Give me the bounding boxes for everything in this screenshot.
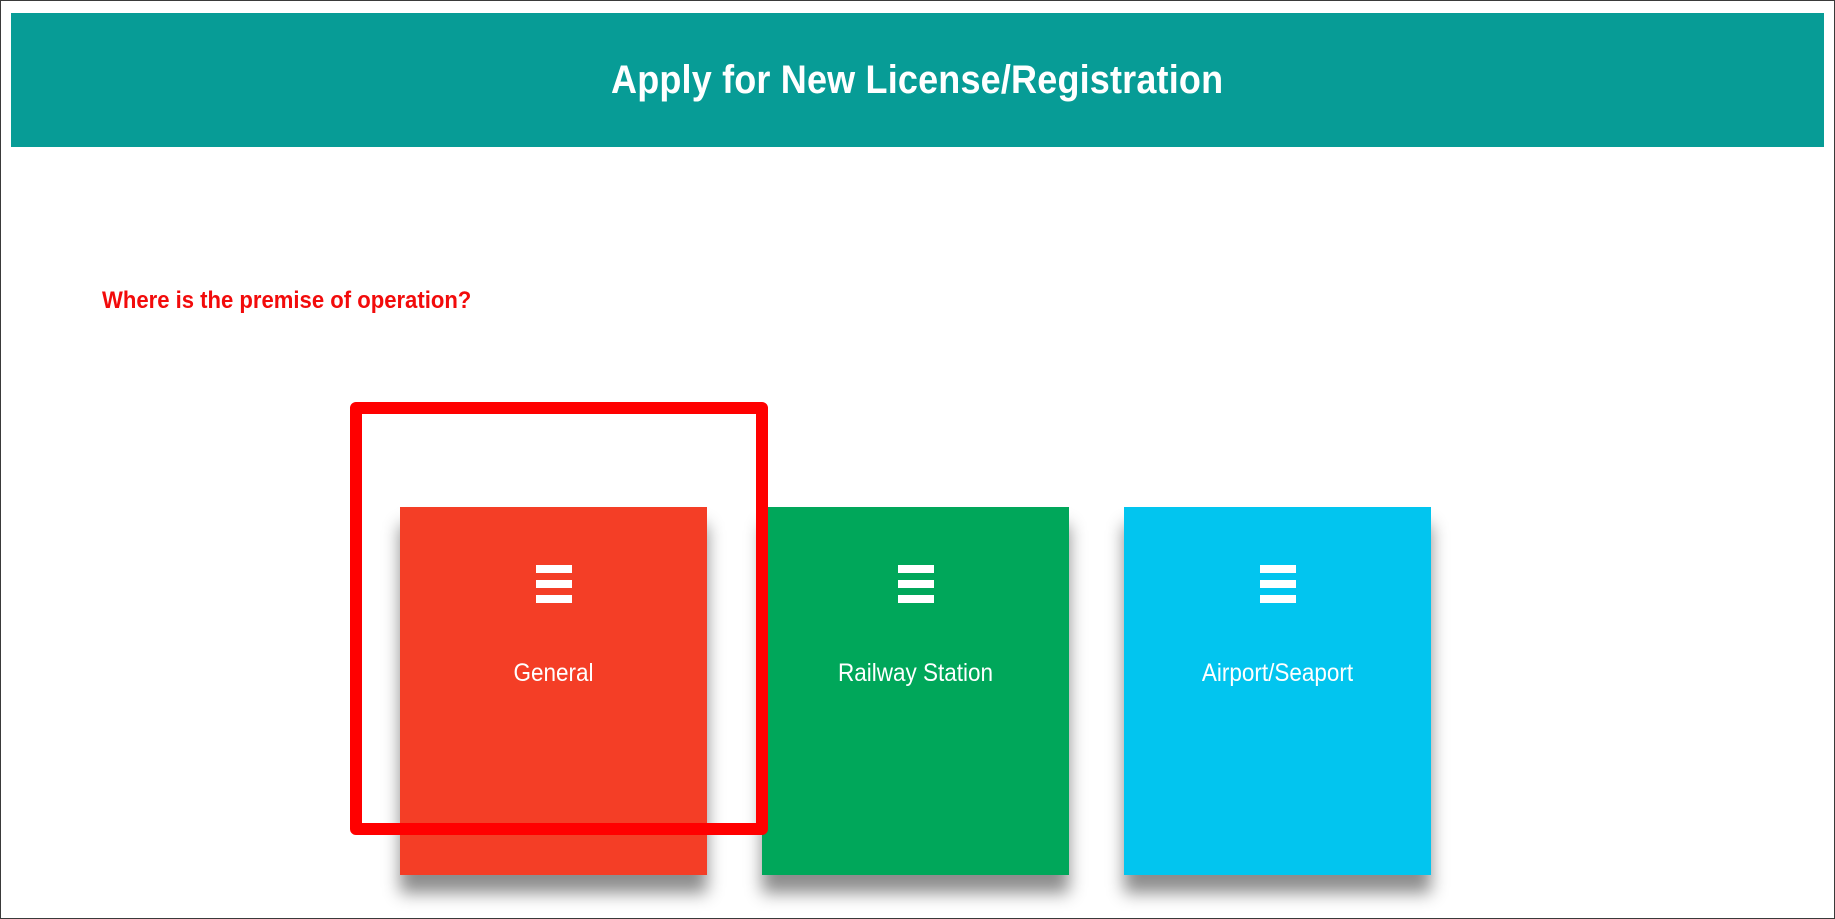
option-airport-seaport-tile[interactable]: Airport/Seaport: [1124, 507, 1431, 875]
menu-icon: [1259, 565, 1296, 605]
option-railway-station-label: Railway Station: [837, 659, 994, 687]
page-title: Apply for New License/Registration: [611, 57, 1224, 102]
option-railway-station-tile[interactable]: Railway Station: [762, 507, 1069, 875]
premise-question: Where is the premise of operation?: [102, 287, 472, 314]
menu-icon: [535, 565, 572, 605]
option-airport-seaport-label: Airport/Seaport: [1201, 659, 1354, 687]
page-header: Apply for New License/Registration: [11, 13, 1824, 147]
menu-icon: [897, 565, 934, 605]
option-general-tile[interactable]: General: [400, 507, 707, 875]
option-general-label: General: [513, 659, 594, 687]
